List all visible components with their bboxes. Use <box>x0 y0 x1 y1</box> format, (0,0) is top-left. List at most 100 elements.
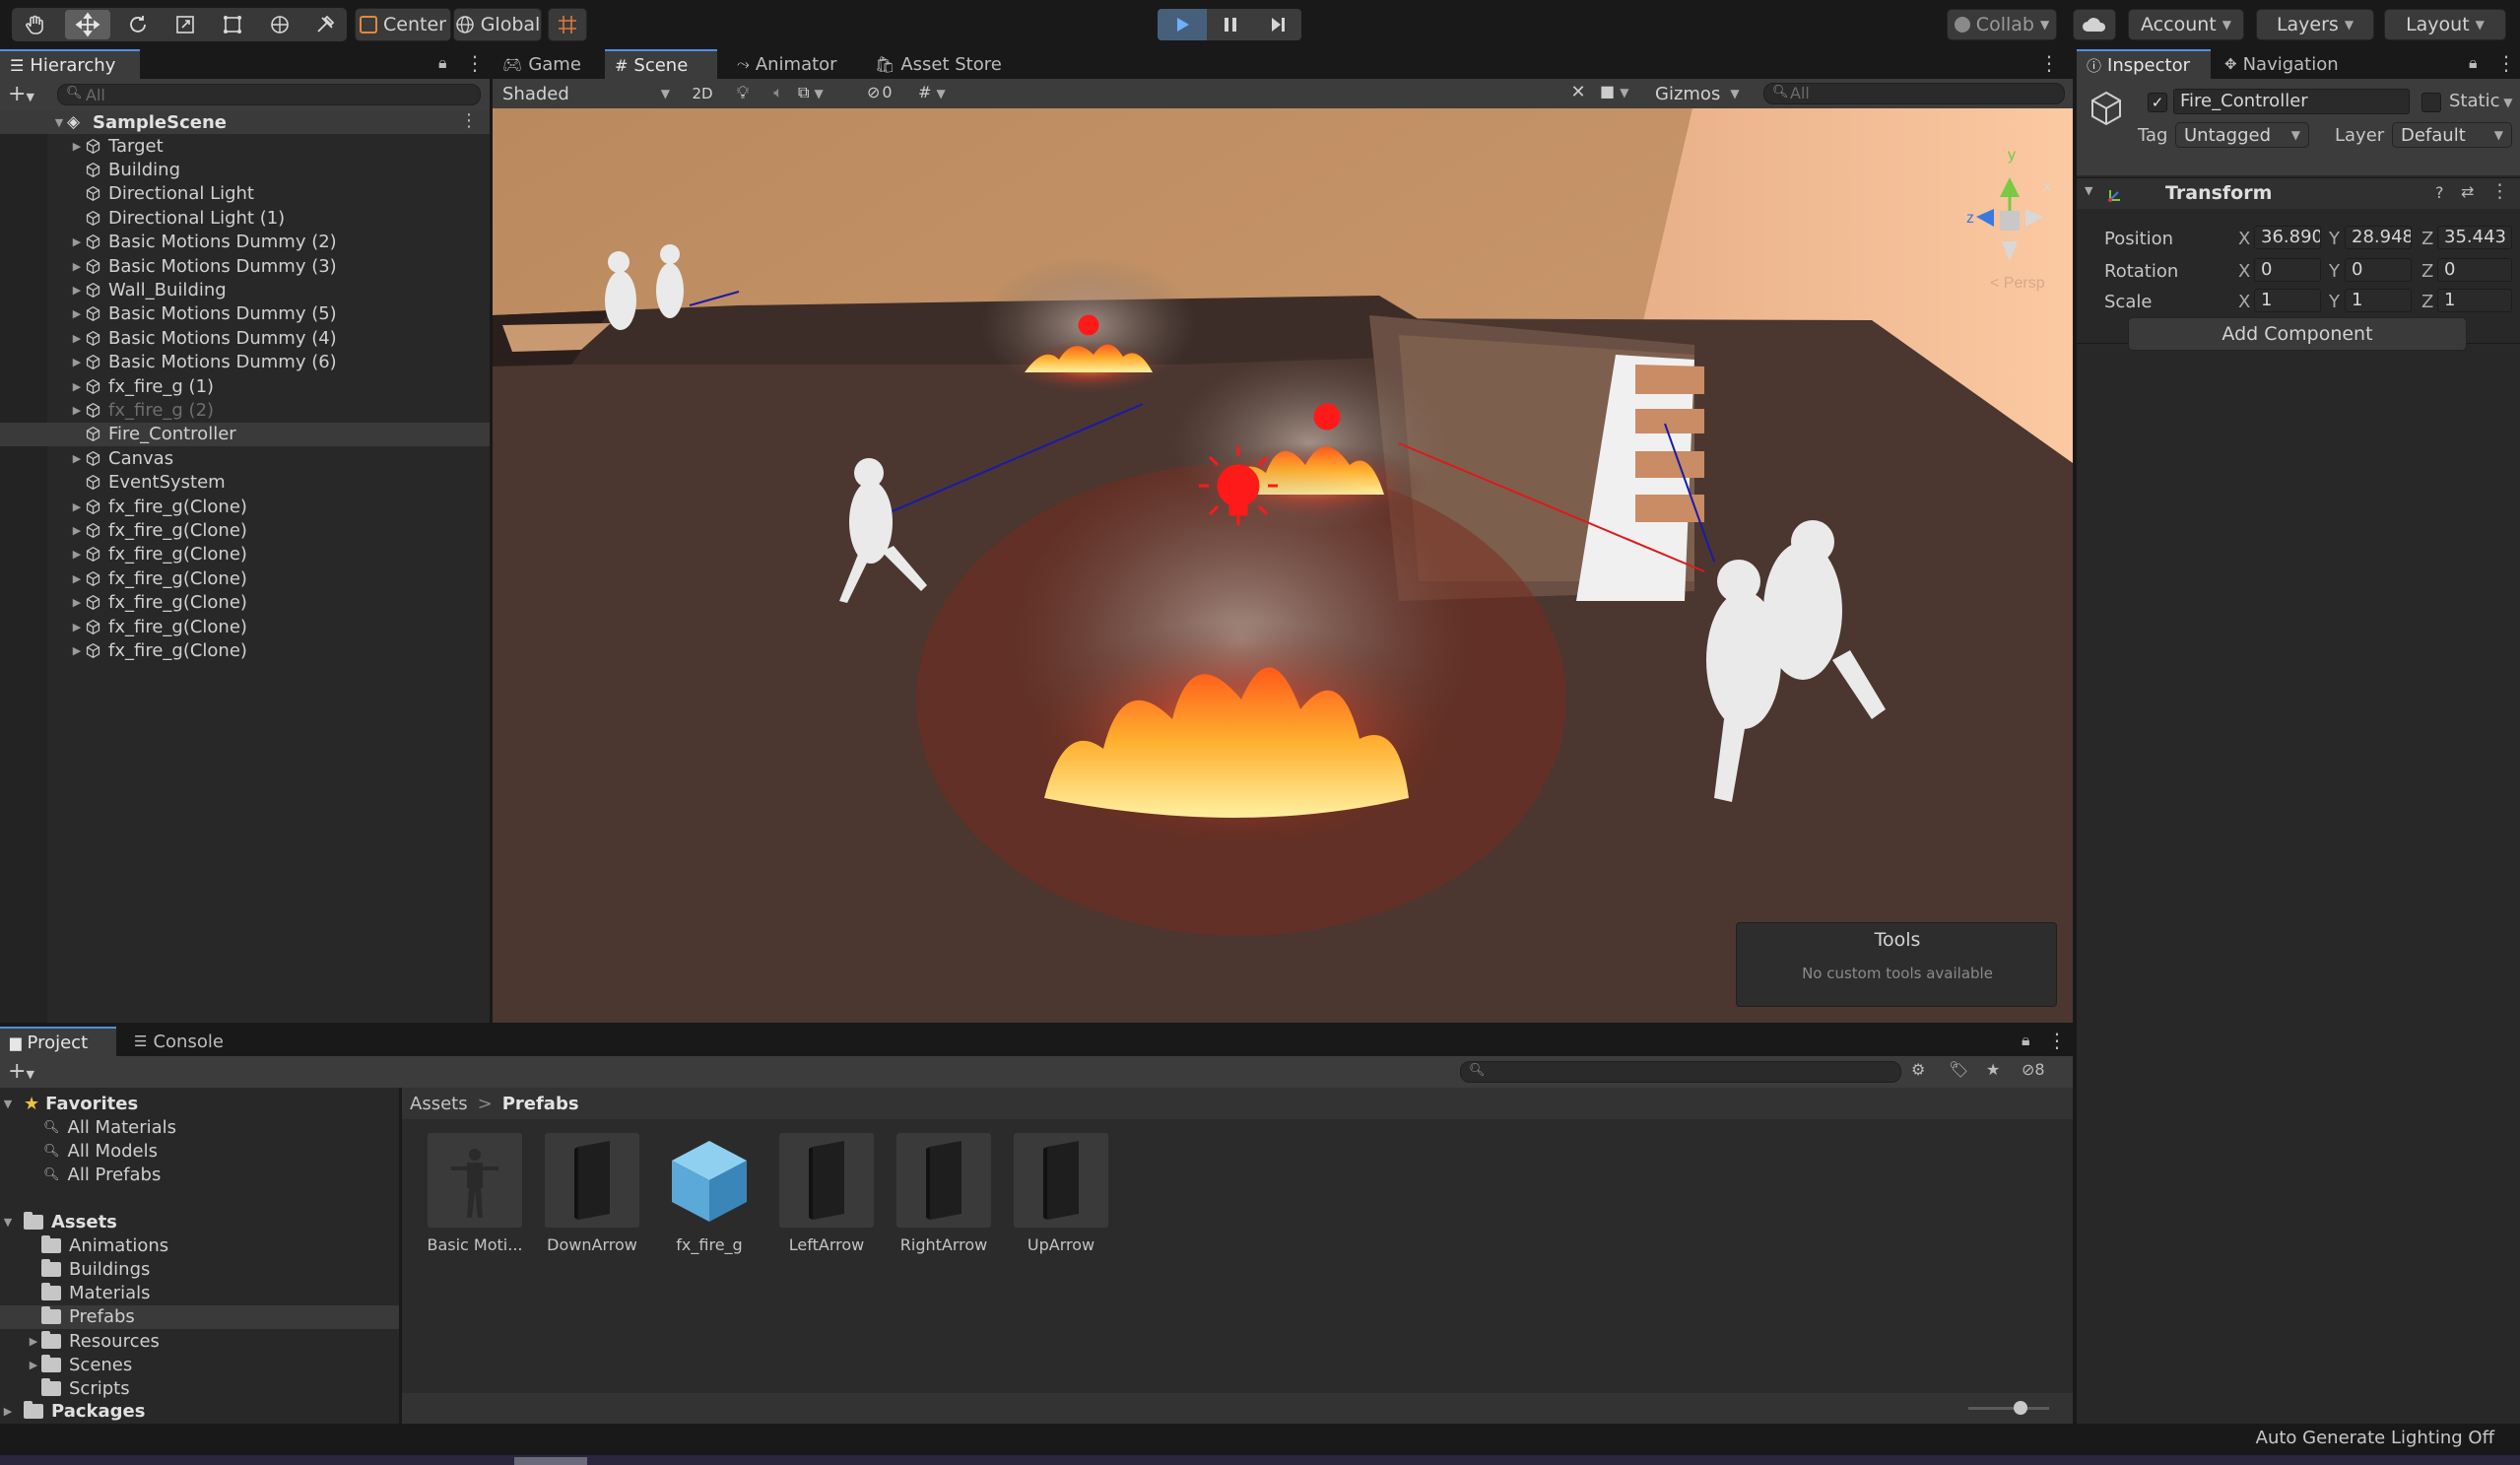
rotate-tool-icon[interactable] <box>120 13 156 36</box>
scene-search-input[interactable]: 🔍︎ All <box>1763 83 2065 104</box>
scene-more-icon[interactable]: ⋮ <box>460 110 478 131</box>
create-asset-button[interactable]: +▼ <box>8 1059 34 1084</box>
folder-item[interactable]: ▶ Scenes <box>0 1354 399 1377</box>
grid-snap-button[interactable] <box>548 8 587 41</box>
account-dropdown[interactable]: Account ▼ <box>2128 9 2244 40</box>
zoom-slider-handle[interactable] <box>2014 1401 2027 1415</box>
scene-more-options-icon[interactable]: ⋮ <box>2039 51 2059 75</box>
hierarchy-item[interactable]: ▶ fx_fire_g (2) <box>0 398 490 422</box>
more-options-icon[interactable]: ⋮ <box>2047 1029 2067 1052</box>
tab-game[interactable]: 🎮︎ Game <box>493 49 605 79</box>
tools-overlay-icon[interactable]: ✕ <box>1564 82 1592 105</box>
favorite-item[interactable]: 🔍︎ All Prefabs <box>43 1163 161 1186</box>
expand-arrow-icon[interactable]: ▶ <box>26 1335 41 1348</box>
help-icon[interactable]: ? <box>2435 183 2444 202</box>
hand-tool-icon[interactable] <box>18 13 53 36</box>
hierarchy-item[interactable]: ▶ fx_fire_g (1) <box>0 374 490 398</box>
expand-arrow-icon[interactable]: ▶ <box>69 548 85 561</box>
tab-console[interactable]: ☰ Console <box>124 1027 252 1056</box>
expand-arrow-icon[interactable]: ▶ <box>69 500 85 513</box>
expand-arrow-icon[interactable]: ▶ <box>69 452 85 465</box>
hierarchy-item[interactable]: ▶ fx_fire_g(Clone) <box>0 543 490 566</box>
preset-icon[interactable]: ⇄ <box>2461 182 2474 201</box>
tab-scene[interactable]: # Scene <box>605 49 717 79</box>
object-name-field[interactable]: Fire_Controller <box>2173 89 2410 114</box>
scale-y-field[interactable]: 1 <box>2345 289 2412 312</box>
collab-dropdown[interactable]: Collab ▼ <box>1947 9 2057 40</box>
position-x-field[interactable]: 36.890 <box>2254 226 2321 249</box>
favorite-star-icon[interactable]: ★ <box>1986 1060 2000 1079</box>
favorites-row[interactable]: ▼ ★ Favorites <box>0 1092 138 1115</box>
folder-item[interactable]: Buildings <box>0 1257 399 1281</box>
asset-item[interactable]: fx_fire_g <box>660 1133 759 1254</box>
grid-visibility-dropdown[interactable]: # ▼ <box>918 83 967 104</box>
hierarchy-item[interactable]: ▶ Target <box>0 134 490 158</box>
favorite-item[interactable]: 🔍︎ All Materials <box>43 1115 176 1139</box>
transform-tool-icon[interactable] <box>262 13 298 36</box>
assets-row[interactable]: ▼ Assets <box>0 1210 117 1233</box>
expand-arrow-icon[interactable]: ▶ <box>0 1405 16 1418</box>
component-more-icon[interactable]: ⋮ <box>2490 180 2509 202</box>
packages-row[interactable]: ▶ Packages <box>0 1399 145 1423</box>
breadcrumb-assets[interactable]: Assets <box>410 1094 468 1114</box>
tab-asset-store[interactable]: 🛍︎ Asset Store <box>865 49 1023 79</box>
add-object-button[interactable]: +▼ <box>8 82 34 106</box>
lighting-toggle-icon[interactable]: 💡︎ <box>729 83 757 104</box>
hierarchy-item[interactable]: ▶ Basic Motions Dummy (2) <box>0 231 490 254</box>
expand-arrow-icon[interactable]: ▶ <box>69 380 85 393</box>
hierarchy-item[interactable]: ▶ fx_fire_g(Clone) <box>0 518 490 542</box>
folder-item[interactable]: ▶ Resources <box>0 1329 399 1353</box>
asset-item[interactable]: LeftArrow <box>777 1133 876 1254</box>
lock-icon[interactable]: 🔒︎ <box>2469 53 2478 73</box>
expand-arrow-icon[interactable]: ▶ <box>69 284 85 297</box>
toggle-2d-button[interactable]: 2D <box>686 82 719 105</box>
perspective-label[interactable]: < Persp <box>1990 275 2045 292</box>
position-y-field[interactable]: 28.948 <box>2345 226 2412 249</box>
hierarchy-item[interactable]: ▶ Wall_Building <box>0 278 490 301</box>
hidden-packages-toggle[interactable]: ⊘8 <box>2022 1060 2045 1079</box>
hierarchy-item[interactable]: Fire_Controller <box>0 422 490 446</box>
tab-hierarchy[interactable]: ☰ Hierarchy <box>0 49 140 79</box>
tag-dropdown[interactable]: Untagged ▼ <box>2175 122 2309 148</box>
audio-toggle-icon[interactable]: 🔈︎ <box>764 83 792 104</box>
hierarchy-item[interactable]: ▶ Basic Motions Dummy (6) <box>0 351 490 374</box>
breadcrumb-prefabs[interactable]: Prefabs <box>502 1094 579 1114</box>
expand-arrow-icon[interactable]: ▶ <box>69 235 85 248</box>
tab-animator[interactable]: ⤳ Animator <box>727 49 865 79</box>
hierarchy-item[interactable]: ▶ fx_fire_g(Clone) <box>0 638 490 662</box>
tab-navigation[interactable]: ✥ Navigation <box>2215 49 2362 79</box>
asset-item[interactable]: UpArrow <box>1012 1133 1110 1254</box>
scale-x-field[interactable]: 1 <box>2254 289 2321 312</box>
global-space-toggle[interactable]: Global <box>453 8 542 41</box>
project-search-input[interactable]: 🔍︎ <box>1460 1061 1901 1083</box>
expand-arrow-icon[interactable]: ▶ <box>69 140 85 153</box>
folder-item[interactable]: Scripts <box>0 1377 399 1401</box>
folder-item[interactable]: Animations <box>0 1233 399 1257</box>
hierarchy-item[interactable]: Building <box>0 158 490 181</box>
effects-dropdown[interactable]: ⧉ ▼ <box>798 83 847 104</box>
expand-arrow-icon[interactable]: ▼ <box>0 1098 16 1110</box>
search-by-type-icon[interactable]: ⚙ <box>1911 1060 1925 1079</box>
lock-icon[interactable]: 🔒︎ <box>438 53 447 73</box>
folder-item[interactable]: Prefabs <box>0 1304 399 1329</box>
asset-item[interactable]: DownArrow <box>543 1133 641 1254</box>
hidden-objects-toggle[interactable]: ⊘ 0 <box>867 83 910 104</box>
play-button[interactable] <box>1158 9 1207 40</box>
expand-arrow-icon[interactable]: ▶ <box>69 260 85 273</box>
static-dropdown[interactable]: Static ▼ <box>2449 91 2513 111</box>
static-checkbox[interactable] <box>2421 93 2441 112</box>
folder-item[interactable]: Materials <box>0 1282 399 1305</box>
layers-dropdown[interactable]: Layers ▼ <box>2256 9 2374 40</box>
hierarchy-search-input[interactable]: 🔍︎ All <box>57 84 481 105</box>
layer-dropdown[interactable]: Default ▼ <box>2392 122 2512 148</box>
hierarchy-item[interactable]: ▶ Basic Motions Dummy (4) <box>0 326 490 350</box>
hierarchy-item[interactable]: ▶ fx_fire_g(Clone) <box>0 566 490 590</box>
asset-item[interactable]: RightArrow <box>895 1133 993 1254</box>
rotation-x-field[interactable]: 0 <box>2254 258 2321 282</box>
expand-arrow-icon[interactable]: ▼ <box>51 116 67 129</box>
hierarchy-item[interactable]: ▶ fx_fire_g(Clone) <box>0 495 490 518</box>
tab-inspector[interactable]: ⓘ Inspector <box>2077 49 2211 79</box>
zoom-slider-track[interactable] <box>1968 1407 2049 1410</box>
active-checkbox[interactable]: ✓ <box>2148 93 2167 112</box>
hierarchy-item[interactable]: Directional Light <box>0 182 490 206</box>
